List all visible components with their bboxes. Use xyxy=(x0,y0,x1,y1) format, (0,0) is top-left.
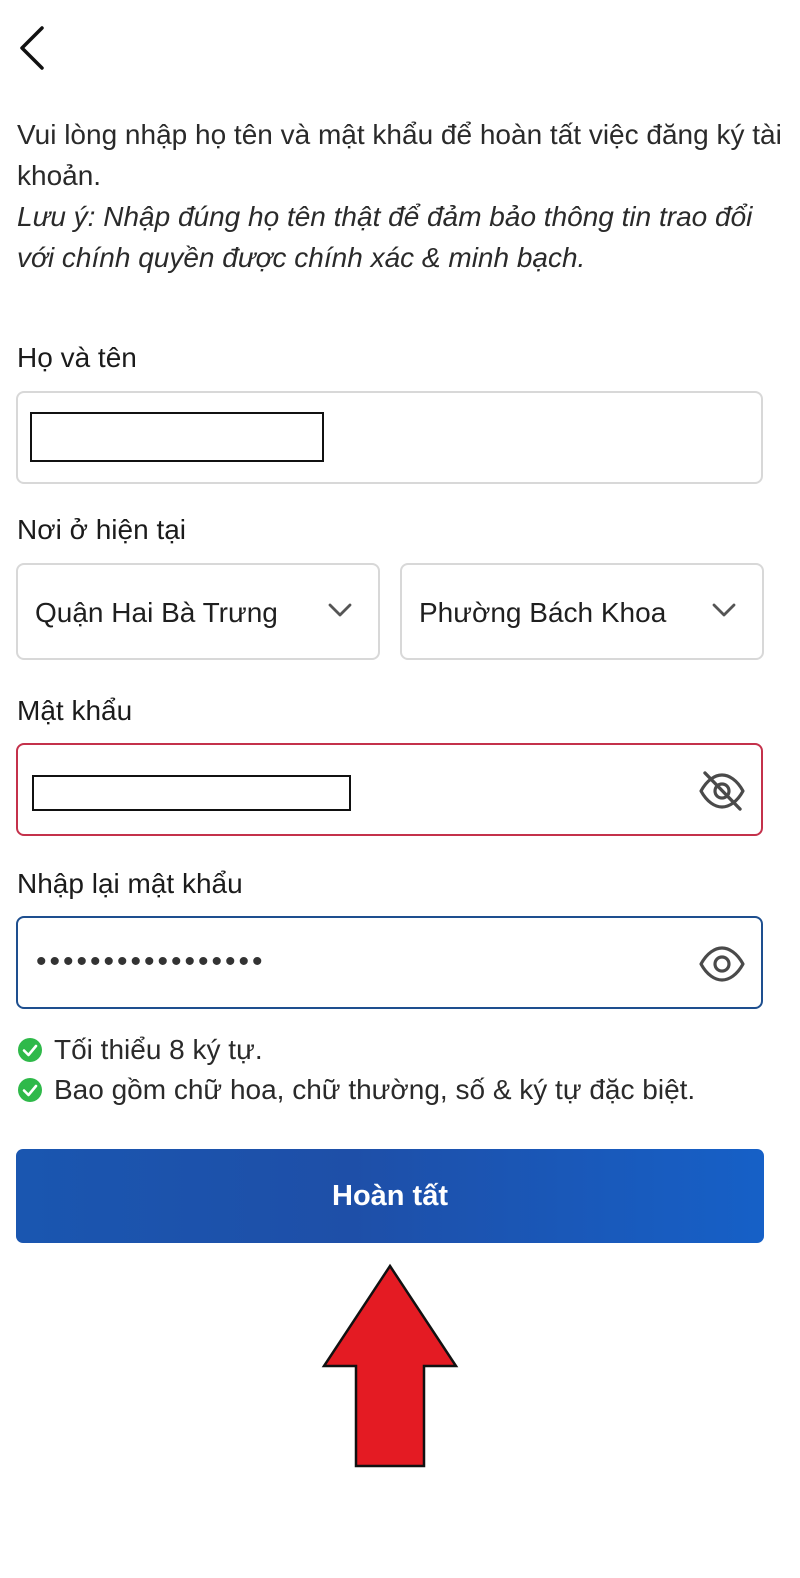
password-input[interactable] xyxy=(16,743,763,836)
intro-instruction: Vui lòng nhập họ tên và mật khẩu để hoàn… xyxy=(17,119,782,191)
rule-text: Tối thiểu 8 ký tự. xyxy=(54,1034,263,1065)
confirm-password-label: Nhập lại mật khẩu xyxy=(17,868,243,899)
chevron-down-icon xyxy=(328,603,352,617)
eye-icon[interactable] xyxy=(697,942,747,986)
password-rule-complexity: Bao gồm chữ hoa, chữ thường, số & ký tự … xyxy=(17,1073,695,1107)
fullname-input[interactable] xyxy=(16,391,763,484)
redacted-name-box xyxy=(30,412,324,462)
back-button[interactable] xyxy=(12,22,56,74)
password-rule-length: Tối thiểu 8 ký tự. xyxy=(17,1033,263,1067)
red-up-arrow-annotation xyxy=(321,1263,459,1468)
ward-value: Phường Bách Khoa xyxy=(419,597,667,628)
ward-select[interactable]: Phường Bách Khoa xyxy=(400,563,764,660)
rule-text: Bao gồm chữ hoa, chữ thường, số & ký tự … xyxy=(54,1074,696,1105)
masked-password-value: ••••••••••••••••• xyxy=(36,945,266,978)
intro-note: Lưu ý: Nhập đúng họ tên thật để đảm bảo … xyxy=(17,201,753,273)
residence-label: Nơi ở hiện tại xyxy=(17,514,187,545)
password-label: Mật khẩu xyxy=(17,695,133,726)
chevron-left-icon xyxy=(20,26,44,70)
confirm-password-input[interactable]: ••••••••••••••••• xyxy=(16,916,763,1009)
eye-slash-icon[interactable] xyxy=(697,769,747,813)
complete-button-label: Hoàn tất xyxy=(332,1179,448,1212)
chevron-down-icon xyxy=(712,603,736,617)
district-value: Quận Hai Bà Trưng xyxy=(35,597,278,628)
complete-button[interactable]: Hoàn tất xyxy=(16,1149,764,1243)
check-circle-icon xyxy=(18,1078,42,1102)
redacted-password-box xyxy=(32,775,351,811)
intro-text-block: Vui lòng nhập họ tên và mật khẩu để hoàn… xyxy=(17,114,787,278)
check-circle-icon xyxy=(18,1038,42,1062)
district-select[interactable]: Quận Hai Bà Trưng xyxy=(16,563,380,660)
fullname-label: Họ và tên xyxy=(17,342,137,373)
